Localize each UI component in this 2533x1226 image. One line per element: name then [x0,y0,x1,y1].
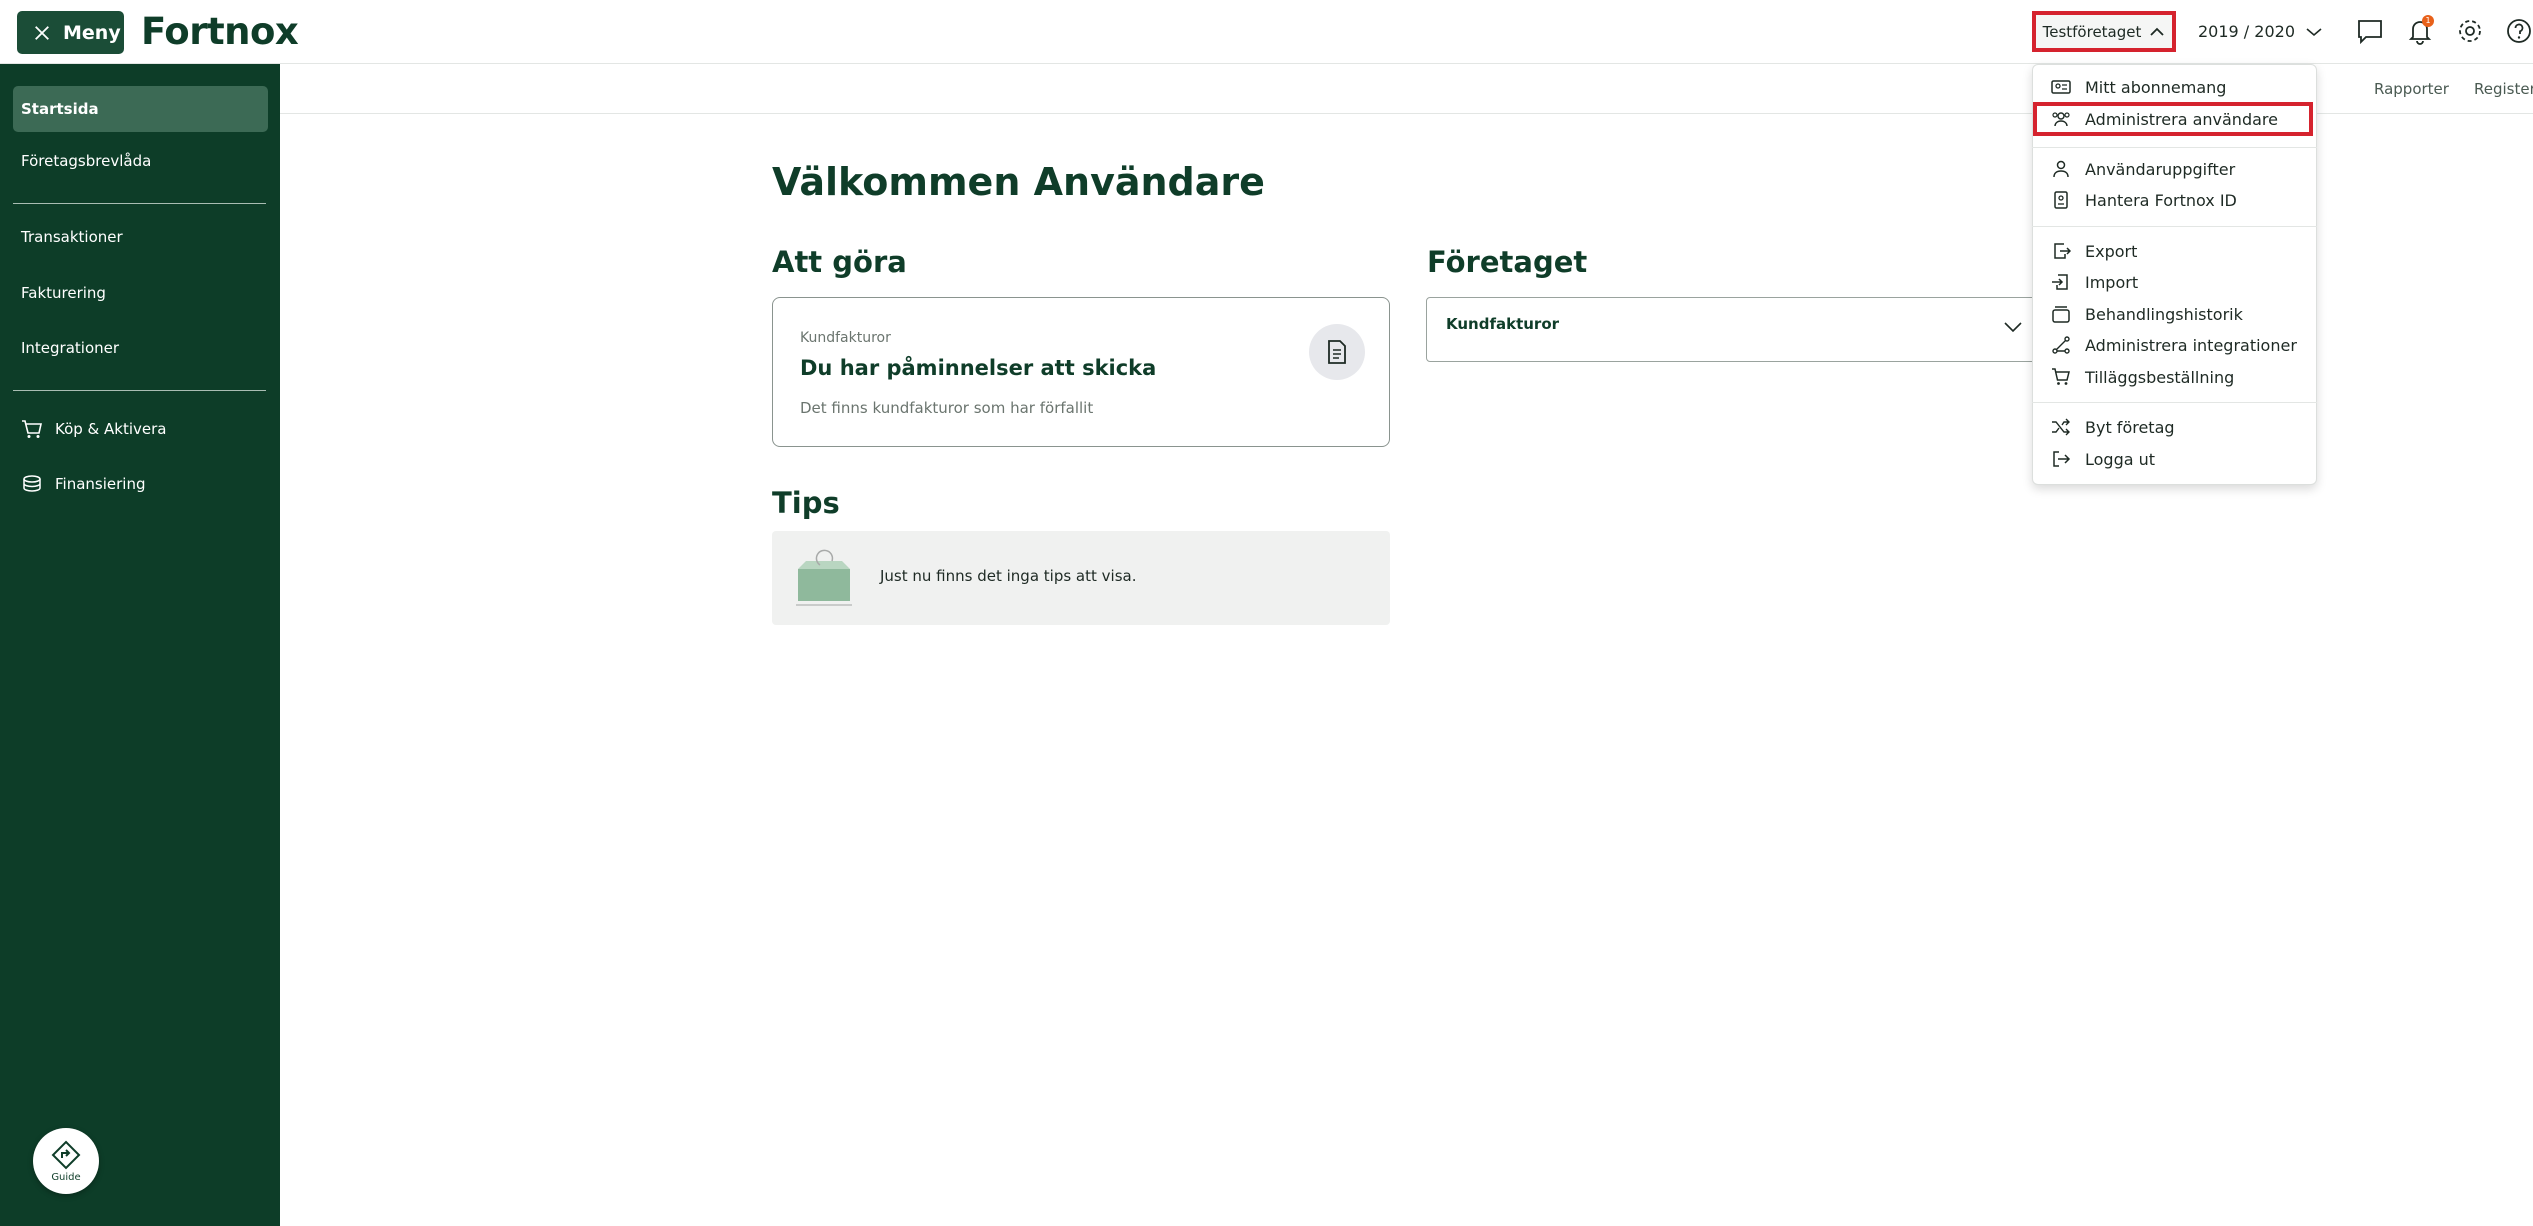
company-heading: Företaget [1427,245,1588,279]
sidebar-item-transaktioner[interactable]: Transaktioner [13,214,268,260]
tips-empty-text: Just nu finns det inga tips att visa. [880,567,1137,585]
dropdown-divider [2032,147,2317,148]
sidebar-item-label: Fakturering [21,284,106,302]
selection-highlight [2033,102,2313,136]
guide-label: Guide [51,1171,81,1183]
subnav-link-rapporter[interactable]: Rapporter [2374,80,2449,98]
dropdown-item-label: Byt företag [2085,417,2175,437]
todo-card[interactable]: Kundfakturor Du har påminnelser att skic… [772,297,1390,447]
empty-box-icon [796,549,852,606]
dropdown-item-tillaggsbestallning[interactable]: Tilläggsbeställning [2051,364,2234,390]
settings-gear-icon[interactable] [2456,17,2484,45]
company-kundfakturor-card[interactable]: Kundfakturor [1426,297,2036,362]
dropdown-item-label: Administrera integrationer [2085,335,2297,355]
todo-heading: Att göra [772,245,907,279]
dropdown-item-label: Hantera Fortnox ID [2085,190,2237,210]
dropdown-item-import[interactable]: Import [2051,269,2138,295]
help-icon[interactable] [2505,17,2533,45]
dropdown-item-label: Import [2085,272,2139,292]
dropdown-item-label: Tilläggsbeställning [2085,367,2235,387]
dropdown-item-behandlingshistorik[interactable]: Behandlingshistorik [2051,301,2243,327]
dropdown-item-anvandaruppgifter[interactable]: Användaruppgifter [2051,156,2235,182]
shuffle-icon [2052,418,2070,436]
sidebar-item-finansiering[interactable]: Finansiering [13,461,268,507]
sidebar-item-label: Köp & Aktivera [55,420,167,438]
company-label: Testföretaget [2042,22,2142,41]
dropdown-item-label: Export [2085,241,2138,261]
todo-card-description: Det finns kundfakturor som har förfallit [800,399,1094,417]
sidebar-item-fakturering[interactable]: Fakturering [13,270,268,316]
guide-button[interactable]: Guide [33,1128,99,1194]
chevron-down-icon [2306,27,2322,36]
integrations-icon [2052,336,2070,354]
cart-icon [22,420,42,438]
sidebar-item-integrationer[interactable]: Integrationer [13,325,268,371]
sidebar-item-label: Startsida [21,100,99,118]
sidebar-item-kop-aktivera[interactable]: Köp & Aktivera [13,406,268,452]
route-sign-icon [51,1140,81,1169]
fiscal-year-selector[interactable]: 2019 / 2020 [2198,11,2323,52]
sidebar-item-label: Företagsbrevlåda [21,152,152,170]
sidebar-item-label: Transaktioner [21,228,123,246]
cart-icon [2052,368,2070,385]
sidebar-item-label: Integrationer [21,339,120,357]
dropdown-item-logga-ut[interactable]: Logga ut [2051,446,2155,472]
dropdown-item-mitt-abonnemang[interactable]: Mitt abonnemang [2051,74,2226,100]
dropdown-item-label: Mitt abonnemang [2085,77,2227,97]
sidebar-divider [13,390,266,391]
page-title: Välkommen Användare [772,160,1265,204]
tips-heading: Tips [772,486,840,520]
chevron-down-icon [2004,322,2022,333]
coins-icon [23,475,41,492]
dropdown-divider [2032,226,2317,227]
dropdown-item-byt-foretag[interactable]: Byt företag [2051,414,2175,440]
dropdown-divider [2032,402,2317,403]
close-icon [35,25,49,40]
dropdown-item-label: Logga ut [2085,449,2156,469]
todo-card-category: Kundfakturor [800,330,891,346]
dropdown-item-administrera-integrationer[interactable]: Administrera integrationer [2051,332,2297,358]
menu-label: Meny [63,21,121,44]
top-bar: Meny Fortnox Testföretaget 2019 / 2020 1 [0,0,2533,64]
company-selector-button[interactable]: Testföretaget [2032,11,2176,52]
history-icon [2052,306,2070,323]
id-badge-icon [2054,191,2068,209]
sidebar-divider [13,203,266,204]
tips-card: Just nu finns det inga tips att visa. [772,531,1390,625]
sidebar-item-startsida[interactable]: Startsida [13,86,268,132]
subnav-link-register[interactable]: Register [2474,80,2533,98]
year-label: 2019 / 2020 [2198,22,2295,41]
company-card-label: Kundfakturor [1446,315,1560,333]
document-icon [1309,324,1365,380]
dropdown-item-label: Användaruppgifter [2085,159,2236,179]
import-icon [2052,274,2068,290]
sidebar-item-foretagsbrevlada[interactable]: Företagsbrevlåda [13,138,268,184]
chevron-up-icon [2150,27,2165,36]
fortnox-logo[interactable]: Fortnox [141,10,299,53]
todo-card-title: Du har påminnelser att skicka [800,356,1157,380]
dropdown-item-hantera-fortnox-id[interactable]: Hantera Fortnox ID [2051,187,2237,213]
logout-icon [2053,451,2071,467]
messages-icon[interactable] [2356,17,2384,45]
dropdown-item-label: Behandlingshistorik [2085,304,2243,324]
export-icon [2054,243,2071,259]
sidebar-item-label: Finansiering [55,475,146,493]
user-icon [2053,160,2069,178]
dropdown-item-export[interactable]: Export [2051,238,2137,264]
menu-toggle-button[interactable]: Meny [17,11,124,54]
notification-badge: 1 [2422,15,2434,27]
sidebar: Startsida Företagsbrevlåda Transaktioner… [0,64,280,1226]
id-card-icon [2051,80,2071,94]
